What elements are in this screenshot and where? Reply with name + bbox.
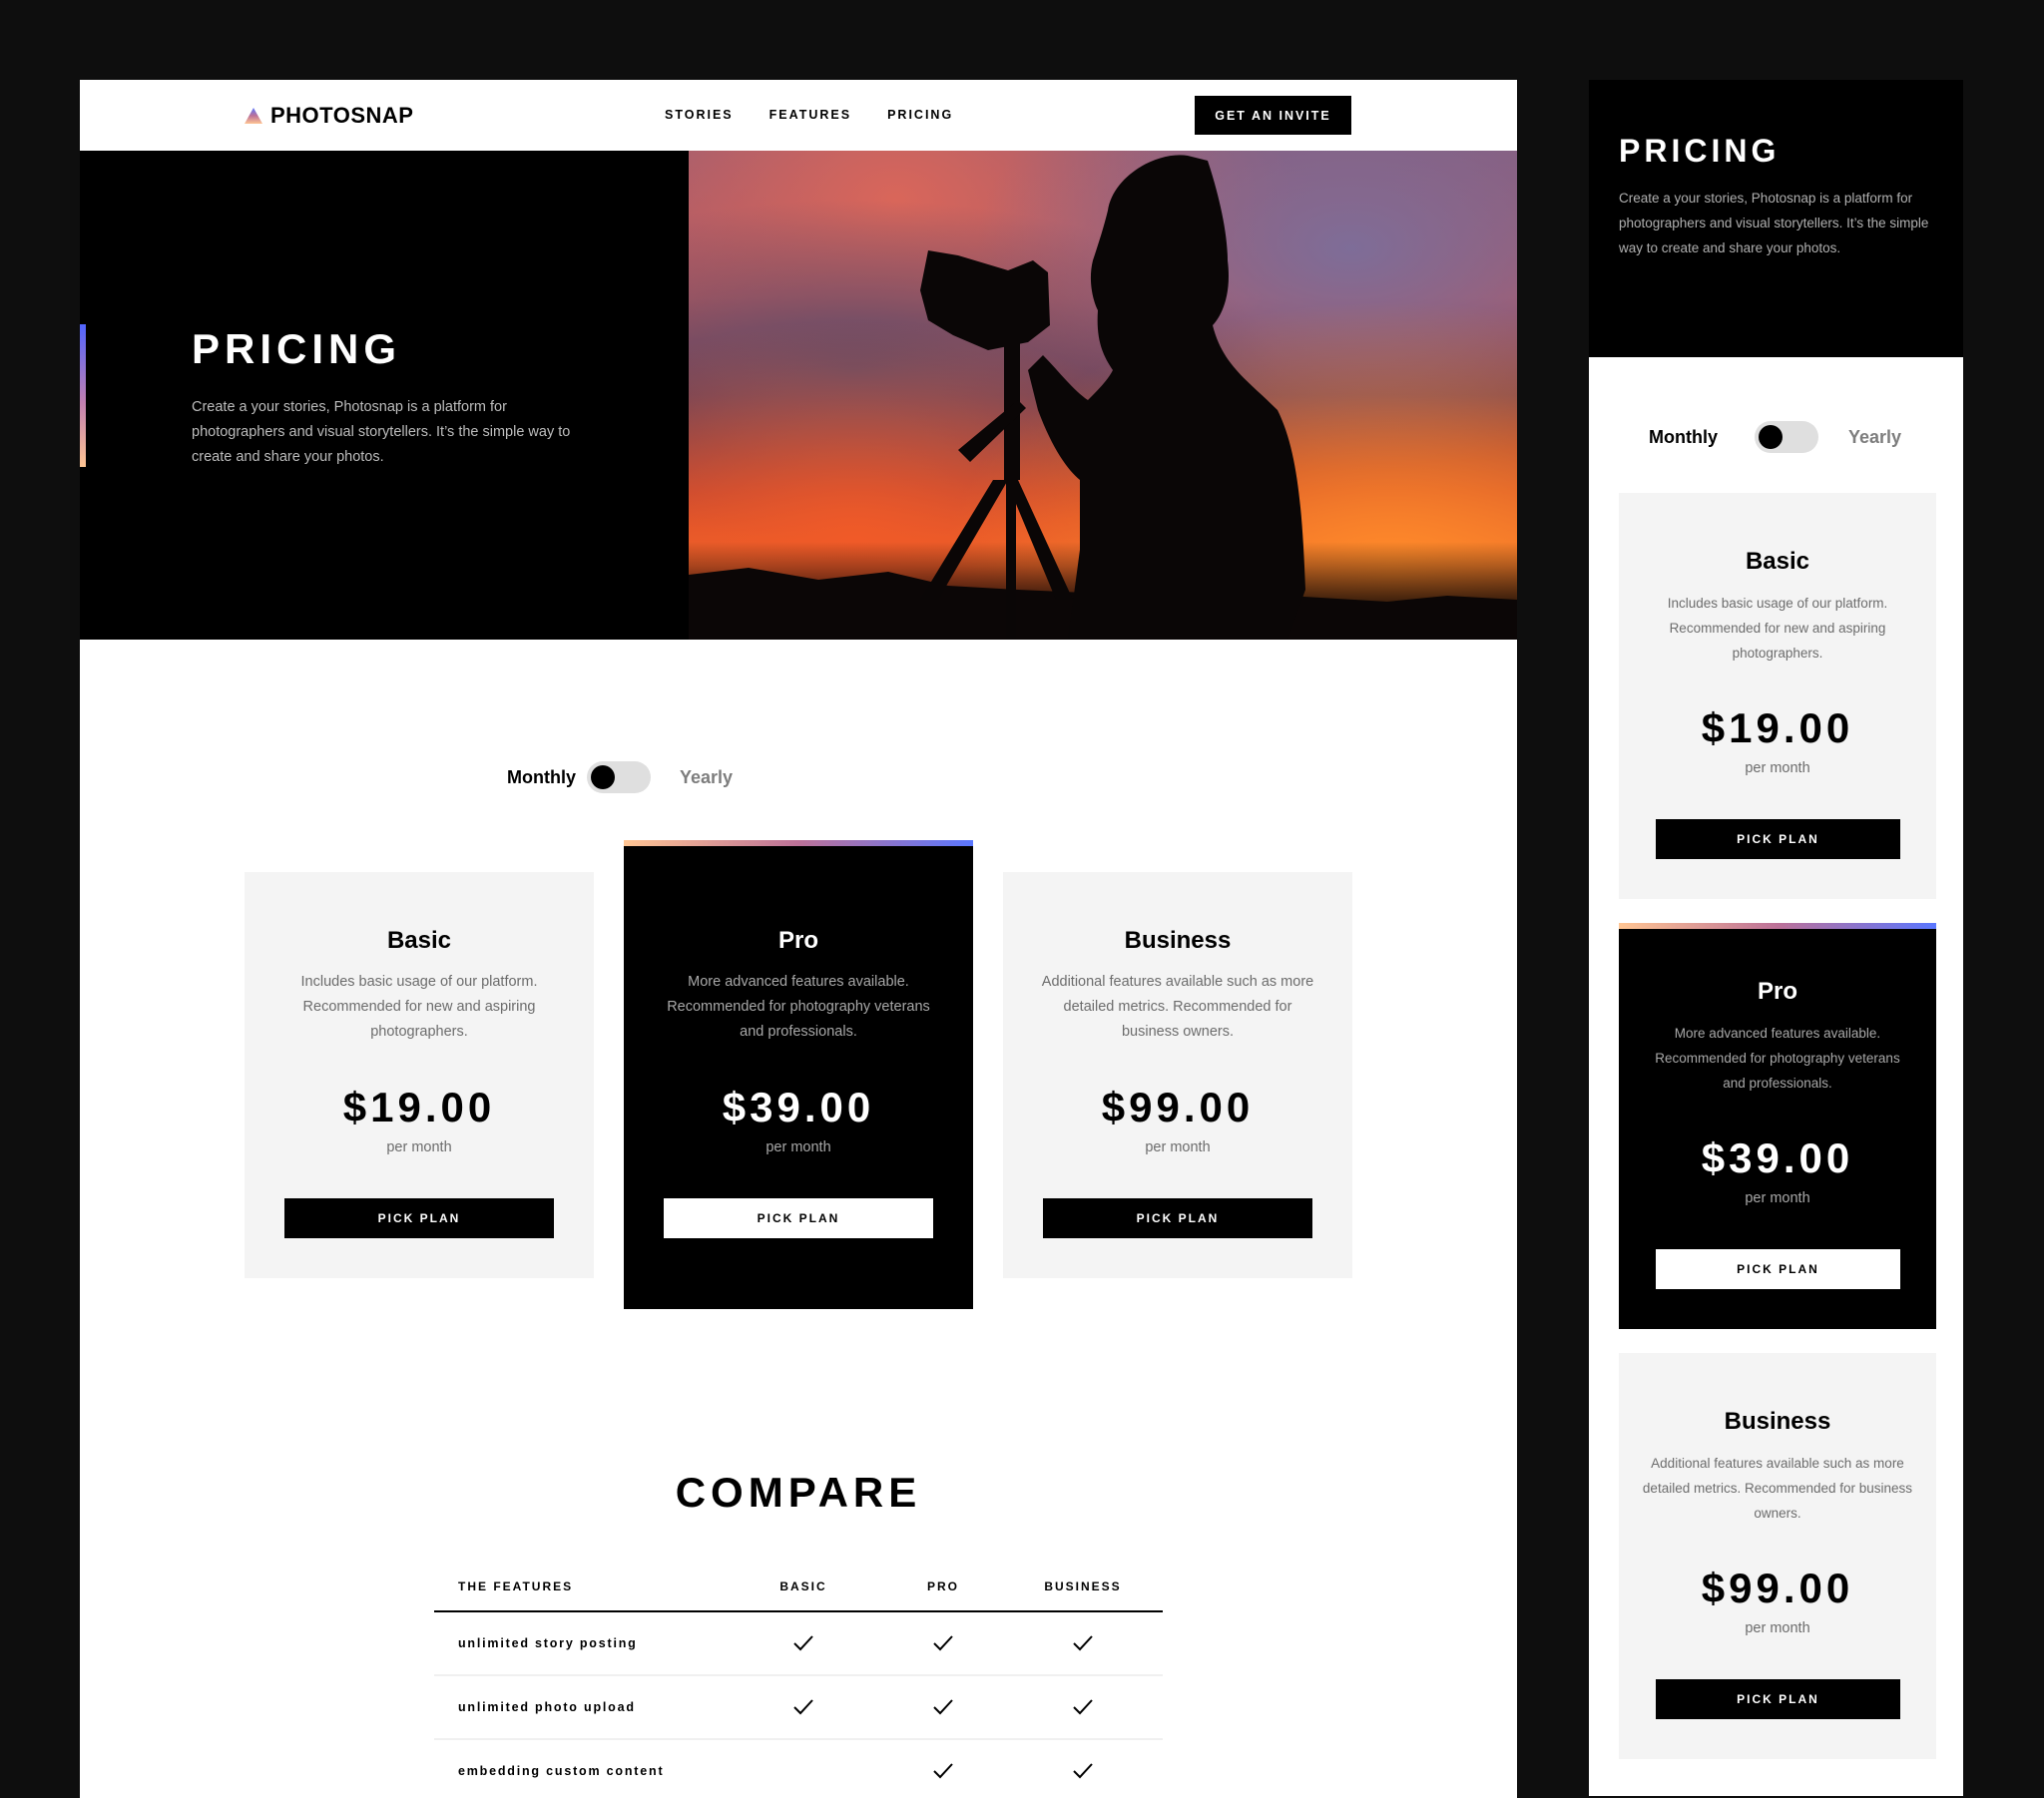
desktop-view: PHOTOSNAP STORIES FEATURES PRICING GET A…: [80, 80, 1517, 1798]
mobile-hero: PRICING Create a your stories, Photosnap…: [1589, 80, 1963, 357]
plan-title: Basic: [1745, 548, 1810, 575]
mobile-monthly-label[interactable]: Monthly: [1649, 427, 1718, 448]
plan-title: Pro: [777, 927, 818, 954]
plan-description: More advanced features available. Recomm…: [667, 974, 930, 1040]
compare-row: embedding custom content: [434, 1740, 1163, 1798]
check-icon: [1073, 1699, 1093, 1715]
plan-price: $39.00: [1701, 1134, 1854, 1181]
pick-plan-business-button[interactable]: PICK PLAN: [1043, 1198, 1312, 1238]
plan-period: per month: [1745, 760, 1810, 776]
compare-body: unlimited story posting unlimited photo u…: [434, 1612, 1163, 1798]
check-icon: [793, 1635, 813, 1651]
compare-title: COMPARE: [675, 1469, 922, 1516]
featured-gradient-bar: [1619, 923, 1936, 929]
nav-links: STORIES FEATURES PRICING: [665, 108, 953, 122]
plan-title: Business: [1724, 1408, 1831, 1435]
check-icon: [793, 1699, 813, 1715]
nav-stories[interactable]: STORIES: [665, 108, 734, 122]
plan-card-pro: Pro More advanced features available. Re…: [624, 840, 973, 1309]
header-features: THE FEATURES: [458, 1579, 574, 1593]
check-icon: [933, 1635, 953, 1651]
compare-header-row: THE FEATURES BASIC PRO BUSINESS: [434, 1555, 1163, 1612]
plan-title: Business: [1124, 927, 1232, 954]
hero: PRICING Create a your stories, Photosnap…: [80, 151, 1517, 640]
plan-period: per month: [386, 1139, 452, 1155]
mobile-plan-card-pro: Pro More advanced features available. Re…: [1619, 923, 1936, 1329]
brand-name: PHOTOSNAP: [270, 103, 414, 128]
pro-availability: [903, 1612, 983, 1674]
mobile-plan-card-business: Business Additional features available s…: [1619, 1353, 1936, 1759]
plan-price: $19.00: [342, 1084, 496, 1130]
top-nav: PHOTOSNAP STORIES FEATURES PRICING GET A…: [80, 80, 1517, 151]
nav-pricing[interactable]: PRICING: [887, 108, 953, 122]
plan-period: per month: [1745, 1620, 1810, 1636]
compare-row: unlimited photo upload: [434, 1676, 1163, 1740]
pro-availability: [903, 1676, 983, 1738]
check-icon: [1073, 1635, 1093, 1651]
mobile-pick-plan-basic-button[interactable]: PICK PLAN: [1656, 819, 1900, 859]
header-basic: BASIC: [779, 1579, 827, 1593]
mobile-billing-toggle[interactable]: [1755, 421, 1818, 453]
toggle-knob: [1759, 425, 1783, 449]
mobile-plan-card-basic: Basic Includes basic usage of our platfo…: [1619, 493, 1936, 899]
business-availability: [1033, 1612, 1133, 1674]
hero-title: PRICING: [192, 325, 402, 372]
feature-name: unlimited story posting: [458, 1636, 638, 1650]
brand-logo[interactable]: PHOTOSNAP: [245, 103, 413, 129]
plan-price: $99.00: [1701, 1565, 1854, 1611]
billing-toggle-row: Monthly Yearly: [80, 759, 1517, 795]
header-pro: PRO: [926, 1579, 959, 1593]
mobile-yearly-label[interactable]: Yearly: [1848, 427, 1901, 448]
plan-description: Includes basic usage of our platform. Re…: [300, 974, 538, 1040]
business-availability: [1033, 1740, 1133, 1798]
hero-text: Create a your stories, Photosnap is a pl…: [192, 399, 571, 465]
toggle-knob: [591, 765, 615, 789]
check-icon: [933, 1763, 953, 1779]
basic-availability: [764, 1676, 843, 1738]
plan-card-business: Business Additional features available s…: [1003, 872, 1352, 1278]
plan-price: $39.00: [722, 1084, 875, 1130]
compare-row: unlimited story posting: [434, 1612, 1163, 1676]
plan-description: Additional features available such as mo…: [1642, 1456, 1913, 1521]
monthly-label[interactable]: Monthly: [507, 767, 576, 788]
billing-toggle[interactable]: [587, 761, 651, 793]
check-icon: [1073, 1763, 1093, 1779]
plan-title: Pro: [1757, 978, 1797, 1005]
yearly-label[interactable]: Yearly: [680, 767, 733, 788]
check-icon: [933, 1699, 953, 1715]
plan-price: $19.00: [1701, 704, 1854, 751]
plan-period: per month: [1745, 1190, 1810, 1206]
pick-plan-pro-button[interactable]: PICK PLAN: [664, 1198, 933, 1238]
mobile-view: PRICING Create a your stories, Photosnap…: [1589, 80, 1963, 1796]
pro-availability: [903, 1740, 983, 1798]
plan-period: per month: [1145, 1139, 1211, 1155]
hero-image: [689, 151, 1517, 640]
feature-name: embedding custom content: [458, 1764, 665, 1778]
hero-accent-bar: [80, 324, 86, 467]
feature-name: unlimited photo upload: [458, 1700, 636, 1714]
photographer-silhouette: [689, 155, 1517, 640]
mobile-pick-plan-business-button[interactable]: PICK PLAN: [1656, 1679, 1900, 1719]
plan-description: Additional features available such as mo…: [1041, 974, 1314, 1040]
basic-availability: [764, 1612, 843, 1674]
mobile-hero-title: PRICING: [1619, 133, 1781, 169]
basic-availability: [764, 1740, 843, 1798]
business-availability: [1033, 1676, 1133, 1738]
plan-description: More advanced features available. Recomm…: [1655, 1026, 1900, 1091]
featured-gradient-bar: [624, 840, 973, 846]
plan-card-basic: Basic Includes basic usage of our platfo…: [245, 872, 594, 1278]
compare-table: THE FEATURES BASIC PRO BUSINESS unlimite…: [434, 1555, 1163, 1798]
mobile-billing-toggle-row: Monthly Yearly: [1589, 419, 1963, 455]
plan-title: Basic: [386, 927, 452, 954]
mobile-hero-text: Create a your stories, Photosnap is a pl…: [1619, 191, 1929, 255]
triangle-logo-icon: [245, 108, 262, 124]
nav-features[interactable]: FEATURES: [769, 108, 851, 122]
pick-plan-basic-button[interactable]: PICK PLAN: [284, 1198, 554, 1238]
get-invite-button[interactable]: GET AN INVITE: [1195, 96, 1351, 135]
plan-period: per month: [766, 1139, 831, 1155]
mobile-pick-plan-pro-button[interactable]: PICK PLAN: [1656, 1249, 1900, 1289]
plan-description: Includes basic usage of our platform. Re…: [1667, 596, 1888, 661]
plan-price: $99.00: [1101, 1084, 1255, 1130]
header-business: BUSINESS: [1044, 1579, 1122, 1593]
